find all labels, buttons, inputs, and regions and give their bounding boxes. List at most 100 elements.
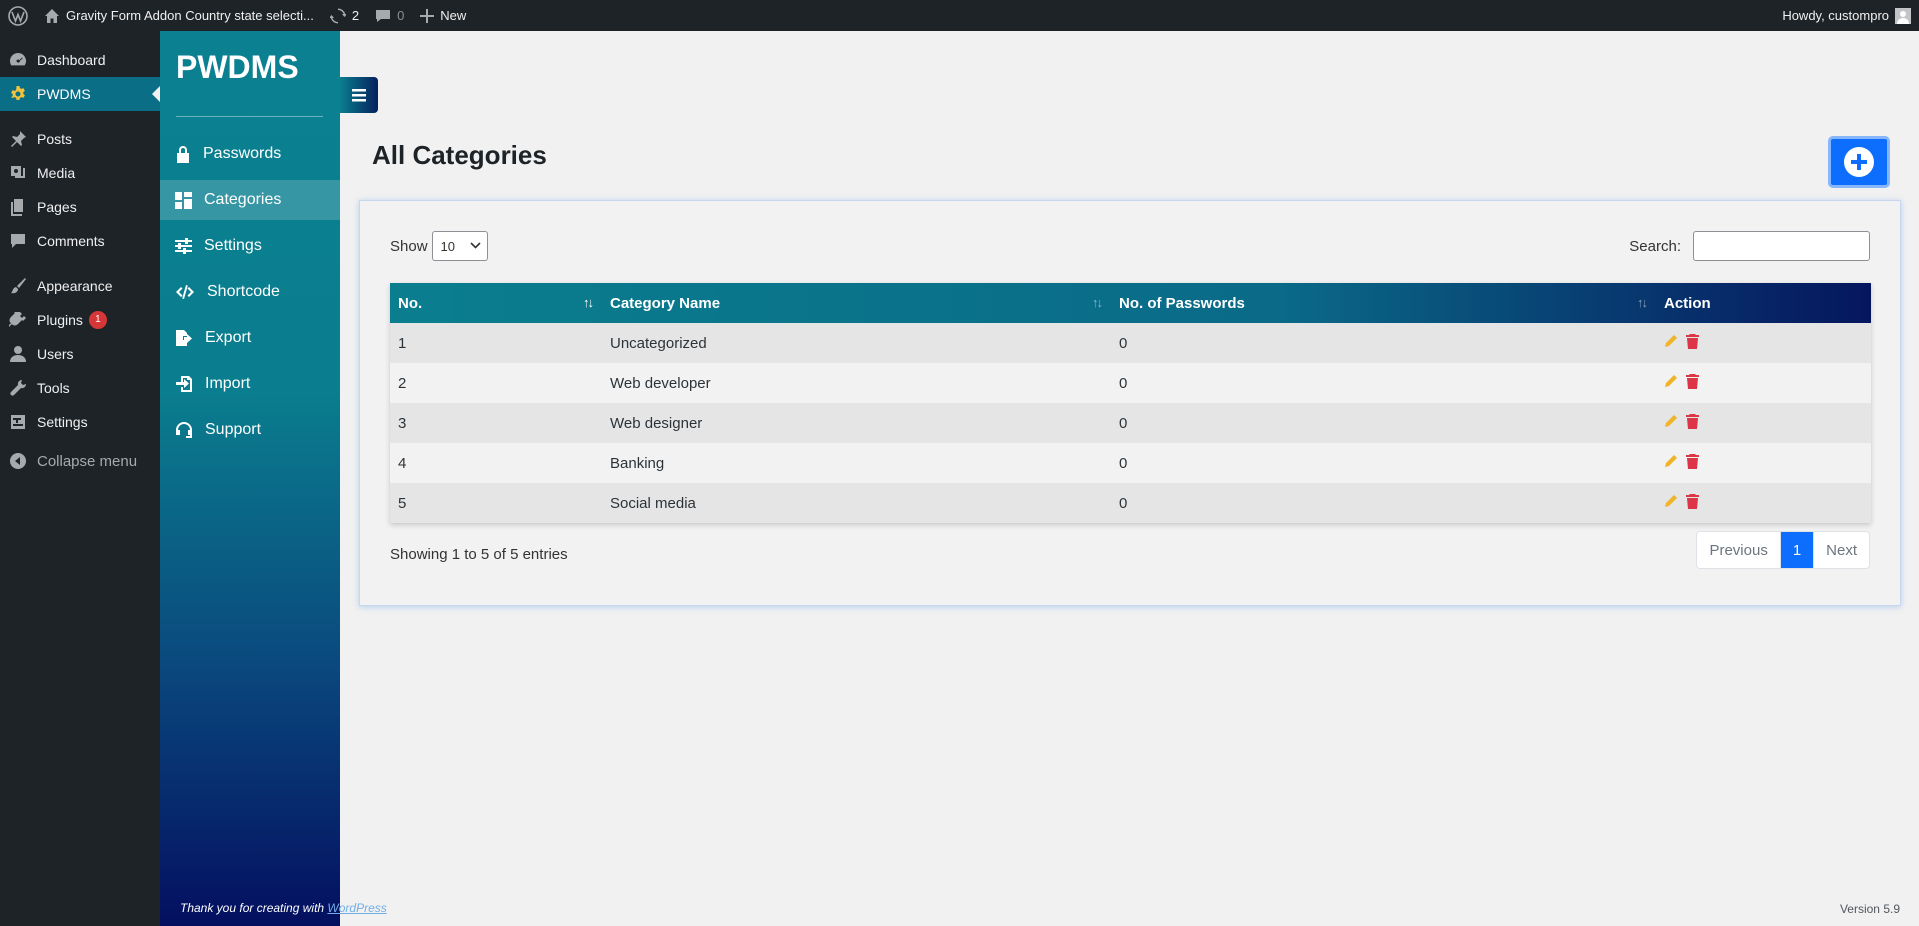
code-icon — [176, 285, 194, 299]
delete-trash-icon[interactable] — [1686, 333, 1699, 349]
menu-label: Dashboard — [37, 52, 106, 68]
sidebar-item-shortcode[interactable]: Shortcode — [160, 272, 340, 312]
sidebar-divider — [176, 116, 323, 117]
column-header-passwords[interactable]: No. of Passwords ↑↓ — [1111, 283, 1656, 323]
menu-media[interactable]: Media — [0, 156, 160, 190]
table-header: No. ↑↓ Category Name ↑↓ No. of Passwords… — [390, 283, 1871, 323]
entries-per-page-select[interactable]: 10 — [431, 231, 488, 261]
categories-table: No. ↑↓ Category Name ↑↓ No. of Passwords… — [390, 283, 1871, 523]
refresh-icon — [329, 8, 346, 23]
edit-pencil-icon[interactable] — [1664, 374, 1678, 388]
edit-pencil-icon[interactable] — [1664, 494, 1678, 508]
sliders-icon — [175, 238, 192, 254]
menu-label: Appearance — [37, 278, 113, 294]
wordpress-link[interactable]: WordPress — [327, 901, 386, 915]
menu-label: Comments — [37, 233, 105, 249]
next-page-button[interactable]: Next — [1814, 532, 1869, 568]
my-account-link[interactable]: Howdy, custompro — [1774, 0, 1919, 31]
lock-icon — [177, 146, 189, 163]
cell-no: 5 — [398, 494, 407, 512]
cell-category-name: Web developer — [610, 374, 711, 392]
comments-link[interactable]: 0 — [367, 0, 412, 31]
dashboard-icon — [10, 52, 27, 66]
plus-icon — [420, 8, 435, 23]
cell-actions — [1656, 323, 1871, 363]
menu-label: Posts — [37, 131, 73, 147]
delete-trash-icon[interactable] — [1686, 453, 1699, 469]
table-info: Showing 1 to 5 of 5 entries — [390, 546, 568, 563]
site-name-link[interactable]: Gravity Form Addon Country state selecti… — [36, 0, 322, 31]
plugin-brand: PWDMS — [176, 49, 299, 85]
sidebar-item-passwords[interactable]: Passwords — [160, 134, 340, 174]
cell-no: 1 — [398, 334, 407, 352]
collapse-menu-button[interactable]: Collapse menu — [0, 444, 160, 478]
table-row: 3 Web designer 0 — [390, 403, 1871, 443]
updates-count: 2 — [351, 8, 360, 23]
menu-dashboard[interactable]: Dashboard — [0, 43, 160, 77]
edit-pencil-icon[interactable] — [1664, 334, 1678, 348]
column-header-category-name[interactable]: Category Name ↑↓ — [602, 283, 1111, 323]
add-category-button[interactable] — [1828, 136, 1890, 188]
page-title: All Categories — [372, 140, 547, 170]
user-icon — [10, 346, 26, 362]
menu-settings[interactable]: Settings — [0, 405, 160, 439]
media-icon — [11, 166, 25, 178]
sidebar-item-categories[interactable]: Categories — [160, 180, 340, 220]
previous-page-button[interactable]: Previous — [1697, 532, 1781, 568]
new-label: New — [440, 8, 467, 23]
plus-circle-icon — [1844, 147, 1874, 177]
entries-per-page-value: 10 — [440, 238, 455, 254]
table-body: 1 Uncategorized 0 2 Web developer 0 3 We… — [390, 323, 1871, 523]
menu-posts[interactable]: Posts — [0, 122, 160, 156]
menu-pages[interactable]: Pages — [0, 190, 160, 224]
headset-icon — [176, 422, 192, 438]
column-header-no[interactable]: No. ↑↓ — [390, 283, 602, 323]
cell-password-count: 0 — [1119, 454, 1128, 472]
new-content-link[interactable]: New — [412, 0, 474, 31]
sort-icon: ↑↓ — [1092, 295, 1103, 310]
sidebar-item-label: Support — [205, 421, 262, 438]
edit-pencil-icon[interactable] — [1664, 414, 1678, 428]
cell-no: 2 — [398, 374, 407, 392]
hamburger-icon — [352, 88, 366, 101]
thank-you-footer: Thank you for creating with WordPress — [180, 901, 387, 915]
sidebar-item-support[interactable]: Support — [160, 410, 340, 450]
home-icon — [45, 8, 59, 23]
menu-users[interactable]: Users — [0, 337, 160, 371]
cell-password-count: 0 — [1119, 334, 1128, 352]
sidebar-toggle-button[interactable] — [340, 77, 378, 113]
sidebar-item-export[interactable]: Export — [160, 318, 340, 358]
updates-link[interactable]: 2 — [322, 0, 367, 31]
sort-icon: ↑↓ — [1637, 295, 1648, 310]
menu-plugins[interactable]: Plugins 1 — [0, 303, 160, 337]
wordpress-logo-icon[interactable] — [0, 0, 36, 31]
cell-actions — [1656, 403, 1871, 443]
active-arrow — [152, 86, 160, 102]
chevron-down-icon — [469, 242, 481, 249]
delete-trash-icon[interactable] — [1686, 493, 1699, 509]
pages-icon — [11, 199, 23, 216]
sidebar-item-label: Settings — [204, 237, 262, 254]
edit-pencil-icon[interactable] — [1664, 454, 1678, 468]
cell-category-name: Web designer — [610, 414, 703, 432]
search-label: Search: — [1629, 237, 1681, 255]
menu-tools[interactable]: Tools — [0, 371, 160, 405]
site-title: Gravity Form Addon Country state selecti… — [66, 8, 314, 23]
menu-pwdms[interactable]: PWDMS — [0, 77, 160, 111]
sidebar-item-label: Export — [205, 329, 252, 346]
search-input[interactable] — [1693, 231, 1870, 261]
menu-label: Pages — [37, 199, 77, 215]
page-1-button[interactable]: 1 — [1780, 532, 1815, 568]
menu-comments[interactable]: Comments — [0, 224, 160, 258]
cell-actions — [1656, 363, 1871, 403]
menu-label: Plugins — [37, 312, 83, 328]
cell-category-name: Social media — [610, 494, 696, 512]
menu-appearance[interactable]: Appearance — [0, 269, 160, 303]
menu-label: PWDMS — [37, 86, 91, 102]
plugins-update-badge: 1 — [88, 311, 107, 329]
sidebar-item-settings[interactable]: Settings — [160, 226, 340, 266]
delete-trash-icon[interactable] — [1686, 373, 1699, 389]
sidebar-item-import[interactable]: Import — [160, 364, 340, 404]
delete-trash-icon[interactable] — [1686, 413, 1699, 429]
show-label: Show — [390, 237, 428, 255]
